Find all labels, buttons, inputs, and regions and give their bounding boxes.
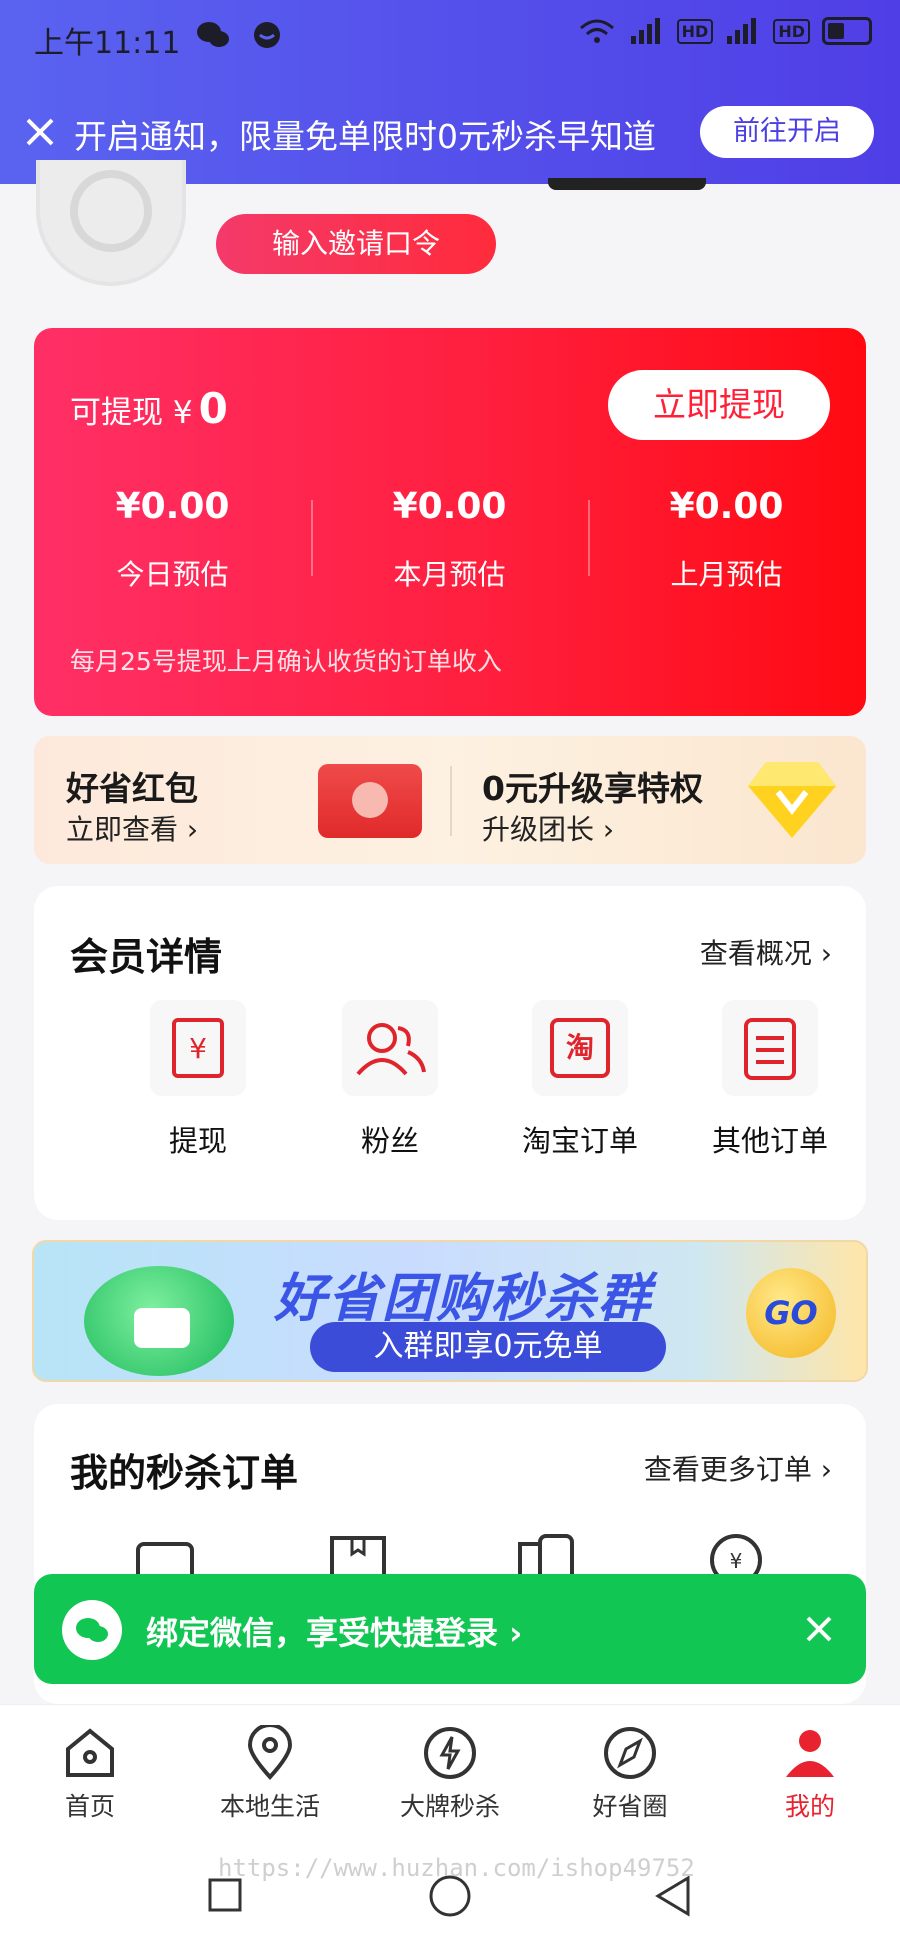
hd-badge-1: HD — [676, 18, 714, 44]
member-details-title: 会员详情 — [70, 935, 223, 979]
taobao-glyph: 淘 — [565, 1031, 594, 1064]
top-bar: 上午11:11 HD HD 开启通知，限量免单限时0元秒杀早知道 前往开启 — [0, 0, 900, 184]
flash-icon — [424, 1727, 476, 1779]
nav-local-life[interactable]: 本地生活 — [190, 1725, 350, 1823]
wechat-notification-icon — [197, 22, 229, 47]
member-item-fans[interactable]: 粉丝 — [310, 1000, 470, 1160]
stat-value: ¥0.00 — [392, 486, 507, 527]
member-item-label: 粉丝 — [360, 1124, 419, 1158]
nav-flash-sale[interactable]: 大牌秒杀 — [370, 1725, 530, 1823]
watermark: https://www.huzhan.com/ishop49752 — [218, 1854, 695, 1882]
location-icon — [247, 1725, 293, 1780]
member-item-other-orders[interactable]: 其他订单 — [690, 1000, 850, 1160]
notification-banner: 开启通知，限量免单限时0元秒杀早知道 前往开启 — [0, 100, 900, 164]
nav-home[interactable]: 首页 — [10, 1725, 170, 1823]
wifi-icon — [579, 19, 614, 43]
refund-icon[interactable]: ¥ — [704, 1532, 768, 1578]
stat-value: ¥0.00 — [669, 486, 784, 527]
wallet-icon[interactable] — [134, 1538, 198, 1578]
nav-label: 本地生活 — [219, 1792, 320, 1821]
bind-wechat-text: 绑定微信，享受快捷登录 › — [146, 1614, 523, 1652]
banner-title: 好省团购秒杀群 — [274, 1269, 653, 1329]
orders-icon — [744, 1018, 796, 1080]
nav-label: 我的 — [784, 1792, 835, 1821]
earnings-note: 每月25号提现上月确认收货的订单收入 — [70, 647, 502, 676]
withdraw-now-button[interactable]: 立即提现 — [608, 370, 830, 440]
member-item-label: 提现 — [168, 1124, 227, 1158]
available-value: 0 — [198, 384, 228, 433]
view-more-orders-link[interactable]: 查看更多订单 › — [644, 1448, 832, 1488]
nav-mine[interactable]: 我的 — [730, 1725, 890, 1823]
flash-orders-title: 我的秒杀订单 — [70, 1451, 299, 1495]
svg-text:¥: ¥ — [189, 1032, 207, 1065]
member-details-card: 会员详情 查看概况 › ¥ 提现 粉丝 淘 淘宝订单 其他订单 — [34, 886, 866, 1220]
svg-text:¥: ¥ — [730, 1549, 743, 1573]
notification-text: 开启通知，限量免单限时0元秒杀早知道 — [74, 117, 656, 156]
fans-icon — [356, 1023, 426, 1076]
battery-icon — [822, 17, 872, 45]
close-icon[interactable] — [802, 1612, 836, 1646]
delivery-icon[interactable] — [514, 1532, 578, 1578]
promo-strip: 好省红包 立即查看 › 0元升级享特权 升级团长 › — [34, 736, 866, 864]
withdraw-icon: ¥ — [172, 1018, 224, 1078]
status-bar: 上午11:11 HD HD — [0, 0, 900, 74]
package-icon[interactable] — [326, 1532, 390, 1578]
member-item-taobao-orders[interactable]: 淘 淘宝订单 — [500, 1000, 660, 1160]
recent-apps-icon[interactable] — [208, 1878, 242, 1912]
stat-label: 今日预估 — [116, 558, 229, 591]
available-balance: 可提现 ¥0 — [70, 384, 228, 433]
red-packet-link[interactable]: 立即查看 › — [66, 808, 198, 848]
upgrade-title[interactable]: 0元升级享特权 — [482, 762, 703, 810]
hd-badge-2: HD — [773, 18, 810, 44]
signal-icon-2 — [727, 18, 757, 44]
diamond-icon — [748, 762, 836, 838]
nav-label: 好省圈 — [592, 1792, 668, 1821]
member-item-label: 其他订单 — [711, 1124, 828, 1158]
close-icon[interactable] — [20, 112, 60, 152]
member-item-withdraw[interactable]: ¥ 提现 — [118, 1000, 278, 1160]
go-button[interactable]: GO — [746, 1268, 836, 1358]
stat-label: 上月预估 — [670, 558, 783, 591]
nav-circle[interactable]: 好省圈 — [550, 1725, 710, 1823]
user-tag — [548, 178, 706, 190]
message-notification-icon — [254, 22, 280, 48]
stat-value: ¥0.00 — [115, 486, 230, 527]
bottom-nav: 首页 本地生活 大牌秒杀 好省圈 我的 — [0, 1704, 900, 1850]
red-envelope-icon[interactable] — [318, 764, 422, 838]
wechat-icon — [62, 1600, 122, 1660]
stat-label: 本月预估 — [393, 558, 506, 591]
enable-notification-button[interactable]: 前往开启 — [700, 106, 874, 158]
earnings-card: 可提现 ¥0 立即提现 ¥0.00 今日预估 ¥0.00 本月预估 ¥0.00 … — [34, 328, 866, 716]
wechat-group-icon — [84, 1266, 234, 1376]
invite-code-button[interactable]: 输入邀请口令 — [216, 214, 496, 274]
stat-last-month[interactable]: ¥0.00 上月预估 — [588, 486, 865, 593]
divider — [450, 766, 452, 836]
nav-label: 首页 — [64, 1792, 115, 1821]
red-packet-title[interactable]: 好省红包 — [66, 762, 198, 810]
stat-today[interactable]: ¥0.00 今日预估 — [34, 486, 311, 593]
upgrade-link[interactable]: 升级团长 › — [482, 808, 614, 848]
stat-this-month[interactable]: ¥0.00 本月预估 — [311, 486, 588, 593]
bind-wechat-toast[interactable]: 绑定微信，享受快捷登录 › — [34, 1574, 866, 1684]
status-time: 上午11:11 — [34, 26, 181, 61]
nav-label: 大牌秒杀 — [399, 1792, 500, 1821]
view-overview-link[interactable]: 查看概况 › — [700, 932, 832, 972]
available-label: 可提现 ¥ — [70, 395, 193, 431]
avatar[interactable] — [36, 160, 186, 286]
banner-subtitle: 入群即享0元免单 — [310, 1322, 666, 1372]
group-buy-banner[interactable]: 好省团购秒杀群 入群即享0元免单 GO — [32, 1240, 868, 1382]
status-icons: HD HD — [577, 16, 872, 46]
member-item-label: 淘宝订单 — [521, 1124, 638, 1158]
profile-icon — [786, 1730, 834, 1777]
home-icon — [66, 1728, 114, 1777]
compass-icon — [604, 1727, 656, 1779]
signal-icon-1 — [630, 18, 660, 44]
